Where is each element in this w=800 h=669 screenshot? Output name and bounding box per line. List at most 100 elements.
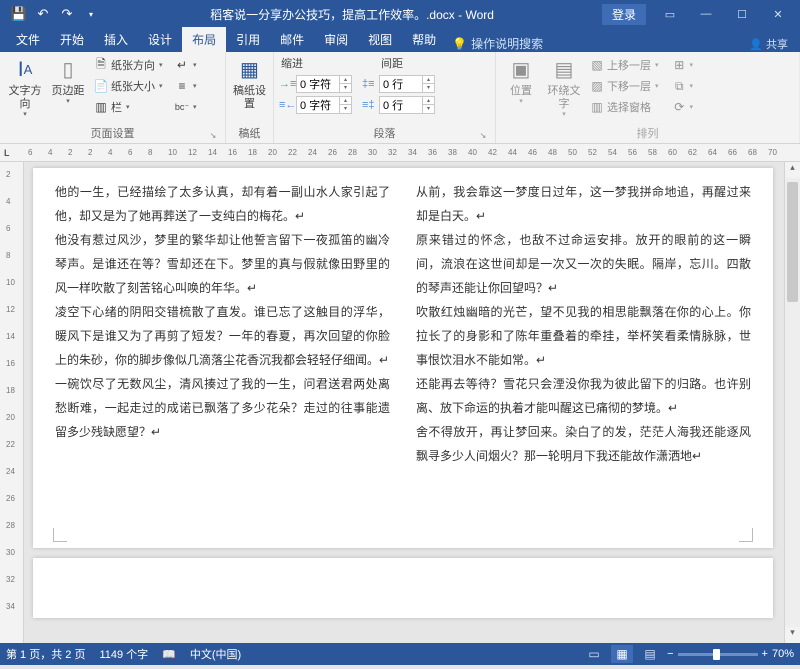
paragraph[interactable]: 舍不得放开，再让梦回来。染白了的发，茫茫人海我还能逐风飘寻多少人间烟火？那一轮明… <box>416 420 751 468</box>
tab-review[interactable]: 审阅 <box>314 27 358 52</box>
page-setup-group-label: 页面设置↘ <box>5 123 220 143</box>
spin-up-icon[interactable]: ▴ <box>422 76 434 84</box>
tell-me[interactable]: 💡 操作说明搜索 <box>452 35 543 52</box>
margins-button[interactable]: ▯ 页边距 ▾ <box>48 55 88 109</box>
ruler-tick: 38 <box>448 148 457 157</box>
spacing-before-icon: ‡≡ <box>362 78 376 90</box>
ruler-tick: 16 <box>228 148 237 157</box>
tab-home[interactable]: 开始 <box>50 27 94 52</box>
position-button[interactable]: ▣位置▾ <box>501 55 541 109</box>
paragraph[interactable]: 凌空下心绪的阴阳交错梳散了直发。谁已忘了这触目的浮华，暖风下是谁又为了再剪了短发… <box>55 300 390 372</box>
rotate-button[interactable]: ⟳▾ <box>670 97 696 117</box>
selection-pane-button[interactable]: ▥选择窗格 <box>587 97 667 117</box>
zoom-slider-handle[interactable] <box>713 649 720 660</box>
read-mode-button[interactable]: ▭ <box>583 645 605 663</box>
maximize-button[interactable]: ☐ <box>724 0 760 28</box>
tab-view[interactable]: 视图 <box>358 27 402 52</box>
ribbon-display-icon[interactable]: ▭ <box>652 0 688 28</box>
ruler-corner-icon[interactable]: L <box>4 148 10 158</box>
manuscript-group-label: 稿纸 <box>231 123 268 143</box>
page-1[interactable]: 他的一生，已经描绘了太多认真，却有着一副山水人家引起了他，却又是为了她再葬送了一… <box>33 168 773 548</box>
spin-up-icon[interactable]: ▴ <box>339 97 351 105</box>
page-corner-icon <box>739 528 753 542</box>
language-status[interactable]: 中文(中国) <box>190 646 241 662</box>
orientation-button[interactable]: 🗎纸张方向▾ <box>91 55 169 75</box>
undo-button[interactable]: ↶ <box>32 3 54 25</box>
scroll-down-icon[interactable]: ▾ <box>785 627 800 643</box>
page-status[interactable]: 第 1 页，共 2 页 <box>6 646 85 662</box>
print-layout-button[interactable]: ▦ <box>611 645 633 663</box>
spin-down-icon[interactable]: ▾ <box>339 84 351 92</box>
paragraph[interactable]: 他没有惹过风沙，梦里的繁华却让他誓言留下一夜孤笛的幽冷琴声。是谁还在等？雪却还在… <box>55 228 390 300</box>
spacing-after-input[interactable]: ▴▾ <box>379 96 435 114</box>
spin-up-icon[interactable]: ▴ <box>422 97 434 105</box>
ruler-tick: 2 <box>88 148 92 157</box>
spin-up-icon[interactable]: ▴ <box>339 76 351 84</box>
breaks-button[interactable]: ↵▾ <box>172 55 200 75</box>
tab-help[interactable]: 帮助 <box>402 27 446 52</box>
position-label: 位置 <box>510 85 532 98</box>
spacing-before-field[interactable] <box>380 78 422 90</box>
column-2[interactable]: 从前，我会靠这一梦度日过年，这一梦我拼命地追，再醒过来却是白天。↵原来错过的怀念… <box>416 180 751 508</box>
paragraph[interactable]: 还能再去等待？雪花只会湮没你我为彼此留下的归路。也许别离、放下命运的执着才能叫醒… <box>416 372 751 420</box>
spin-down-icon[interactable]: ▾ <box>339 105 351 113</box>
zoom-in-button[interactable]: + <box>762 648 768 660</box>
redo-button[interactable]: ↷ <box>56 3 78 25</box>
size-button[interactable]: 📄纸张大小▾ <box>91 76 169 96</box>
wrap-text-button[interactable]: ▤环绕文字▾ <box>544 55 584 122</box>
column-1[interactable]: 他的一生，已经描绘了太多认真，却有着一副山水人家引起了他，却又是为了她再葬送了一… <box>55 180 390 508</box>
ruler-horizontal[interactable]: L 64224681012141618202224262830323436384… <box>0 144 800 162</box>
paragraph[interactable]: 他的一生，已经描绘了太多认真，却有着一副山水人家引起了他，却又是为了她再葬送了一… <box>55 180 390 228</box>
tab-insert[interactable]: 插入 <box>94 27 138 52</box>
paragraph[interactable]: 吹散红烛幽暗的光芒，望不见我的相思能飘落在你的心上。你拉长了的身影和了陈年重叠着… <box>416 300 751 372</box>
tab-mailings[interactable]: 邮件 <box>270 27 314 52</box>
spin-down-icon[interactable]: ▾ <box>422 105 434 113</box>
paragraph-group-label: 段落↘ <box>279 123 490 143</box>
spellcheck-icon[interactable]: 📖 <box>162 648 176 661</box>
line-numbers-button[interactable]: ≡▾ <box>172 76 200 96</box>
paragraph[interactable]: 从前，我会靠这一梦度日过年，这一梦我拼命地追，再醒过来却是白天。↵ <box>416 180 751 228</box>
page-2[interactable] <box>33 558 773 618</box>
indent-left-field[interactable] <box>297 78 339 90</box>
scroll-up-icon[interactable]: ▴ <box>785 162 800 178</box>
document-scroll[interactable]: 他的一生，已经描绘了太多认真，却有着一副山水人家引起了他，却又是为了她再葬送了一… <box>24 162 784 643</box>
spacing-after-field[interactable] <box>380 99 422 111</box>
word-count[interactable]: 1149 个字 <box>99 646 148 662</box>
tab-design[interactable]: 设计 <box>138 27 182 52</box>
zoom-out-button[interactable]: − <box>667 648 673 660</box>
group-objects-button[interactable]: ⧉▾ <box>670 76 696 96</box>
align-button[interactable]: ⊞▾ <box>670 55 696 75</box>
qat-customize-icon[interactable]: ▾ <box>80 3 102 25</box>
manuscript-button[interactable]: ▦ 稿纸设置 <box>231 55 268 113</box>
minimize-button[interactable]: ― <box>688 0 724 28</box>
tab-file[interactable]: 文件 <box>6 27 50 52</box>
paragraph[interactable]: 原来错过的怀念，也敌不过命运安排。放开的眼前的这一瞬间，流浪在这世间却是一次又一… <box>416 228 751 300</box>
indent-right-input[interactable]: ▴▾ <box>296 96 352 114</box>
tab-layout[interactable]: 布局 <box>182 27 226 52</box>
close-button[interactable]: ✕ <box>760 0 796 28</box>
columns-button[interactable]: ▥栏▾ <box>91 97 169 117</box>
save-button[interactable]: 💾 <box>8 3 30 25</box>
scrollbar-thumb[interactable] <box>787 182 798 302</box>
scrollbar-track[interactable] <box>785 178 800 627</box>
hyphenation-button[interactable]: bc⁻▾ <box>172 97 200 117</box>
dialog-launcher-icon[interactable]: ↘ <box>478 131 488 141</box>
bring-forward-button[interactable]: ▧上移一层▾ <box>587 55 667 75</box>
zoom-level[interactable]: 70% <box>772 648 794 660</box>
login-button[interactable]: 登录 <box>602 4 646 25</box>
dialog-launcher-icon[interactable]: ↘ <box>208 131 218 141</box>
ruler-tick: 22 <box>288 148 297 157</box>
send-backward-button[interactable]: ▨下移一层▾ <box>587 76 667 96</box>
indent-right-field[interactable] <box>297 99 339 111</box>
spin-down-icon[interactable]: ▾ <box>422 84 434 92</box>
ruler-vertical[interactable]: 246810121416182022242628303234 <box>0 162 24 643</box>
web-layout-button[interactable]: ▤ <box>639 645 661 663</box>
spacing-before-input[interactable]: ▴▾ <box>379 75 435 93</box>
vertical-scrollbar[interactable]: ▴ ▾ <box>784 162 800 643</box>
paragraph[interactable]: 一碗饮尽了无数风尘，清风揍过了我的一生，问君送君两处离愁断难，一起走过的成诺已飘… <box>55 372 390 444</box>
text-direction-button[interactable]: ⅠA 文字方向 ▾ <box>5 55 45 122</box>
tab-references[interactable]: 引用 <box>226 27 270 52</box>
zoom-slider[interactable] <box>678 653 758 656</box>
indent-left-input[interactable]: ▴▾ <box>296 75 352 93</box>
share-button[interactable]: 👤 共享 <box>749 36 794 52</box>
